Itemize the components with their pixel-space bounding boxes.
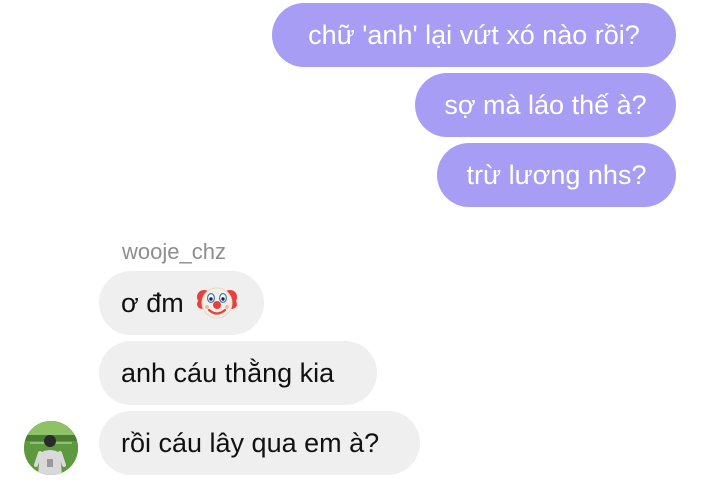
clown-face-icon [197, 287, 238, 319]
incoming-message[interactable]: anh cáu thằng kia [99, 341, 377, 405]
message-text: rồi cáu lây qua em à? [121, 428, 380, 458]
sender-name: wooje_chz [122, 239, 226, 264]
message-text: chữ 'anh' lại vứt xó nào rồi? [308, 20, 640, 50]
incoming-message[interactable]: ơ đm [99, 271, 264, 335]
message-text: ơ đm [121, 288, 184, 318]
message-text: anh cáu thằng kia [121, 358, 335, 388]
message-text: trừ lương nhs? [466, 160, 647, 190]
incoming-message[interactable]: rồi cáu lây qua em à? [99, 411, 420, 475]
avatar-photo-icon [24, 421, 78, 475]
avatar[interactable] [24, 421, 78, 475]
message-list: chữ 'anh' lại vứt xó nào rồi? sợ mà láo … [0, 0, 720, 484]
outgoing-message[interactable]: chữ 'anh' lại vứt xó nào rồi? [272, 3, 676, 67]
message-text: sợ mà láo thế à? [444, 90, 647, 120]
outgoing-message[interactable]: sợ mà láo thế à? [415, 73, 676, 137]
outgoing-message[interactable]: trừ lương nhs? [437, 143, 676, 207]
